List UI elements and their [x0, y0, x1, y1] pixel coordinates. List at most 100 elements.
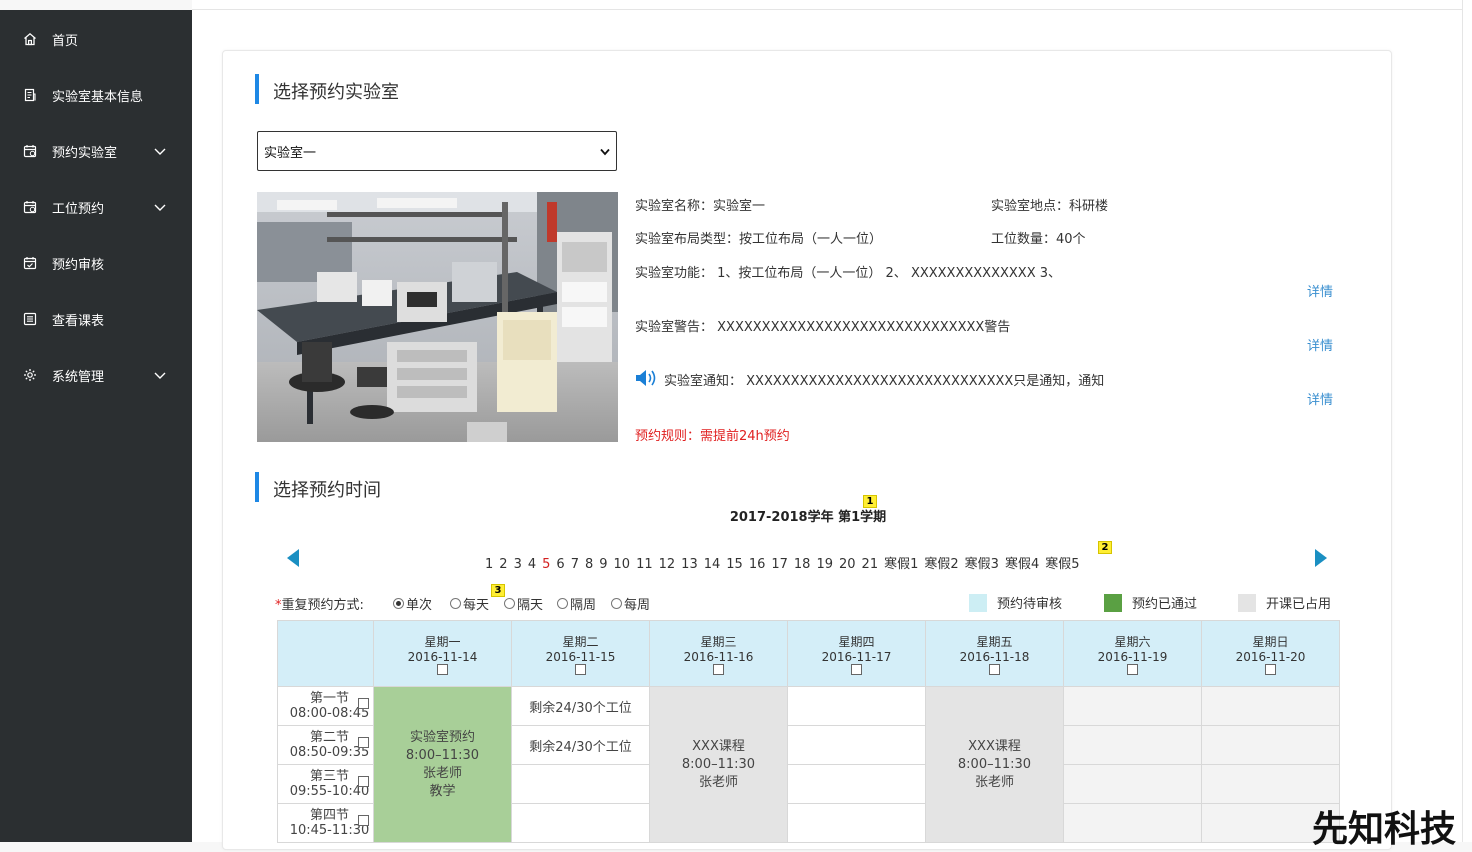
prev-week-arrow[interactable]: [287, 549, 299, 567]
lab-warning: 实验室警告： XXXXXXXXXXXXXXXXXXXXXXXXXXXXXX警告: [635, 320, 1011, 335]
slot-cell[interactable]: [1063, 686, 1202, 726]
slot-cell[interactable]: 剩余24/30个工位: [511, 686, 650, 726]
day-checkbox[interactable]: [1265, 663, 1276, 675]
corner-cell: [277, 620, 374, 687]
lab-layout-type: 实验室布局类型：按工位布局（一人一位）: [635, 232, 883, 247]
day-checkbox[interactable]: [1127, 663, 1138, 675]
slot-cell[interactable]: [787, 686, 926, 726]
sidebar-item-review[interactable]: 预约审核: [0, 243, 192, 283]
day-checkbox[interactable]: [851, 663, 862, 675]
week-link[interactable]: 17: [771, 557, 788, 572]
slot-cell[interactable]: 剩余24/30个工位: [511, 725, 650, 765]
period-cell: 第一节 08:00-08:45: [277, 686, 374, 726]
week-link[interactable]: 3: [514, 557, 522, 572]
legend-label: 开课已占用: [1266, 597, 1332, 612]
week-link[interactable]: 寒假3: [965, 557, 999, 572]
day-header: 星期一 2016-11-14: [373, 620, 512, 687]
calendar-check-icon: [22, 199, 38, 215]
week-link[interactable]: 寒假2: [924, 557, 958, 572]
lab-photo: [257, 192, 618, 442]
repeat-mode-text: 重复预约方式:: [281, 598, 364, 613]
sidebar-item-system[interactable]: 系统管理: [0, 355, 192, 395]
week-link[interactable]: 5: [542, 557, 550, 572]
chevron-down-icon: [154, 369, 166, 384]
week-link[interactable]: 16: [749, 557, 766, 572]
week-link[interactable]: 14: [704, 557, 721, 572]
slot-cell[interactable]: [511, 803, 650, 843]
week-link[interactable]: 10: [614, 557, 631, 572]
legend-pending: 预约待审核: [969, 593, 1062, 612]
day-header: 星期五 2016-11-18: [925, 620, 1064, 687]
home-icon: [22, 31, 38, 47]
week-link[interactable]: 4: [528, 557, 536, 572]
period-checkbox[interactable]: [358, 698, 369, 709]
slot-cell[interactable]: [1201, 725, 1340, 765]
repeat-option-alternate-week[interactable]: 隔周: [557, 594, 596, 613]
lab-select[interactable]: 实验室一: [257, 131, 617, 171]
sidebar-item-lab-info[interactable]: 实验室基本信息: [0, 75, 192, 115]
day-checkbox[interactable]: [713, 663, 724, 675]
slot-cell[interactable]: [1201, 686, 1340, 726]
week-link[interactable]: 7: [571, 557, 579, 572]
slot-cell[interactable]: [1063, 803, 1202, 843]
week-link[interactable]: 2: [499, 557, 507, 572]
slot-cell[interactable]: [787, 803, 926, 843]
week-link[interactable]: 20: [839, 557, 856, 572]
week-link[interactable]: 15: [726, 557, 743, 572]
week-link[interactable]: 18: [794, 557, 811, 572]
period-checkbox[interactable]: [358, 776, 369, 787]
sidebar-item-book-lab[interactable]: 预约实验室: [0, 131, 192, 171]
week-link[interactable]: 9: [599, 557, 607, 572]
repeat-option-once[interactable]: 单次: [393, 594, 432, 613]
day-checkbox[interactable]: [989, 663, 1000, 675]
day-checkbox[interactable]: [575, 663, 586, 675]
radio-icon: [611, 598, 622, 609]
week-link[interactable]: 寒假5: [1045, 557, 1079, 572]
week-link[interactable]: 13: [681, 557, 698, 572]
week-link[interactable]: 12: [659, 557, 676, 572]
booking-rule: 预约规则：需提前24h预约: [635, 429, 790, 444]
day-checkbox[interactable]: [437, 663, 448, 675]
week-link[interactable]: 11: [636, 557, 653, 572]
week-link[interactable]: 寒假1: [884, 557, 918, 572]
booking-cell-approved[interactable]: 实验室预约 8:00–11:30 张老师 教学: [373, 686, 512, 843]
period-checkbox[interactable]: [358, 815, 369, 826]
booking-text: 8:00–11:30: [405, 747, 480, 763]
slot-cell[interactable]: [1201, 764, 1340, 804]
sidebar-item-home[interactable]: 首页: [0, 19, 192, 59]
booking-card: 选择预约实验室 实验室一 实验室名称：实验室一 实验室地点：科研楼 实验室布局类…: [222, 50, 1392, 850]
section-marker: [255, 472, 259, 502]
week-link[interactable]: 19: [816, 557, 833, 572]
week-link[interactable]: 21: [862, 557, 879, 572]
function-detail-link[interactable]: 详情: [1307, 281, 1333, 300]
week-link[interactable]: 8: [585, 557, 593, 572]
booking-text: 教学: [429, 783, 456, 799]
slot-cell[interactable]: [787, 764, 926, 804]
day-name: 星期日: [1252, 634, 1289, 649]
sidebar-item-label: 工位预约: [52, 201, 105, 217]
repeat-option-label: 隔天: [517, 598, 544, 613]
day-name: 星期一: [424, 634, 461, 649]
slot-cell[interactable]: [1063, 725, 1202, 765]
warning-detail-link[interactable]: 详情: [1307, 335, 1333, 354]
sidebar-item-timetable[interactable]: 查看课表: [0, 299, 192, 339]
marker-badge: 2: [1098, 541, 1112, 554]
sidebar-item-seat-booking[interactable]: 工位预约: [0, 187, 192, 227]
week-link[interactable]: 寒假4: [1005, 557, 1039, 572]
notice-detail-link[interactable]: 详情: [1307, 389, 1333, 408]
next-week-arrow[interactable]: [1315, 549, 1327, 567]
slot-cell[interactable]: [511, 764, 650, 804]
booking-text: 张老师: [422, 765, 462, 781]
slot-cell[interactable]: [787, 725, 926, 765]
repeat-option-alternate-day[interactable]: 隔天: [504, 594, 543, 613]
repeat-option-daily[interactable]: 每天: [450, 594, 489, 613]
day-header: 星期四 2016-11-17: [787, 620, 926, 687]
repeat-option-weekly[interactable]: 每周: [611, 594, 650, 613]
day-date: 2016-11-16: [683, 649, 754, 664]
week-link[interactable]: 6: [556, 557, 564, 572]
week-link[interactable]: 1: [485, 557, 493, 572]
course-text: 8:00–11:30: [681, 756, 756, 772]
period-checkbox[interactable]: [358, 737, 369, 748]
slot-cell[interactable]: [1063, 764, 1202, 804]
repeat-mode-label: *重复预约方式:: [275, 594, 364, 613]
